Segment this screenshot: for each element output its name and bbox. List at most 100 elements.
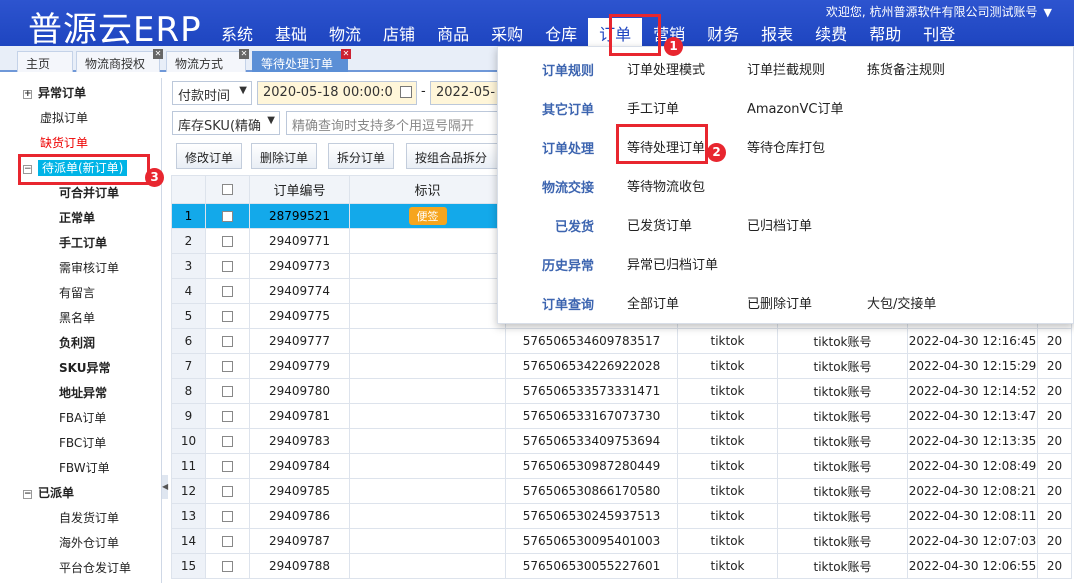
nav-product[interactable]: 商品 [426, 18, 480, 46]
tree-node-manual[interactable]: 手工订单 [59, 234, 107, 251]
tree-node-needs-review[interactable]: 需审核订单 [59, 259, 119, 276]
delete-order-button[interactable]: 删除订单 [251, 143, 318, 169]
menu-item-picking-note-rules[interactable]: 拣货备注规则 [867, 59, 945, 78]
table-row[interactable]: 9 29409781 576506533167073730 tiktok tiktok账… [171, 403, 1072, 429]
date-to-input[interactable]: 2022-05- [430, 81, 500, 105]
split-order-button[interactable]: 拆分订单 [328, 143, 395, 169]
menu-item-deleted-orders[interactable]: 已删除订单 [747, 293, 812, 312]
tree-node-mergeable[interactable]: 可合并订单 [59, 184, 119, 201]
row-checkbox[interactable] [222, 286, 233, 297]
menu-item-order-intercept-rules[interactable]: 订单拦截规则 [747, 59, 825, 78]
select-all-checkbox[interactable] [222, 184, 233, 195]
tree-node-normal[interactable]: 正常单 [59, 209, 95, 226]
nav-help[interactable]: 帮助 [858, 18, 912, 46]
table-row[interactable]: 8 29409780 576506533573331471 tiktok tiktok账… [171, 378, 1072, 404]
row-checkbox[interactable] [222, 211, 233, 222]
menu-item-waiting-warehouse-pack[interactable]: 等待仓库打包 [747, 137, 825, 156]
menu-item-amazonvc-orders[interactable]: AmazonVC订单 [747, 98, 844, 117]
nav-renew[interactable]: 续费 [804, 18, 858, 46]
row-checkbox[interactable] [222, 561, 233, 572]
sku-type-select[interactable]: 库存SKU(精确 ▼ [172, 111, 280, 135]
table-row[interactable]: 7 29409779 576506534226922028 tiktok tiktok账… [171, 353, 1072, 379]
nav-reports[interactable]: 报表 [750, 18, 804, 46]
tab-logistics-auth[interactable]: 物流商授权 ✕ [76, 49, 163, 72]
table-row[interactable]: 10 29409783 576506533409753694 tiktok tiktok… [171, 428, 1072, 454]
row-checkbox-cell[interactable] [205, 328, 250, 354]
tree-node-negative-profit[interactable]: 负利润 [59, 334, 95, 351]
sidebar-collapse-handle[interactable]: ◀ [162, 475, 168, 499]
search-input[interactable]: 精确查询时支持多个用逗号隔开 [286, 111, 500, 135]
row-checkbox-cell[interactable] [205, 428, 250, 454]
row-checkbox[interactable] [222, 261, 233, 272]
table-row[interactable]: 11 29409784 576506530987280449 tiktok tiktok… [171, 453, 1072, 479]
table-row[interactable]: 14 29409787 576506530095401003 tiktok tiktok… [171, 528, 1072, 554]
tree-node-fbw[interactable]: FBW订单 [59, 459, 110, 476]
tab-logistics-method[interactable]: 物流方式 ✕ [166, 49, 249, 72]
select-all-header[interactable] [205, 175, 250, 204]
tree-node-blacklist[interactable]: 黑名单 [59, 309, 95, 326]
nav-finance[interactable]: 财务 [696, 18, 750, 46]
tree-node-abnormal-orders[interactable]: + 异常订单 [23, 84, 86, 101]
collapse-minus-icon[interactable]: − [23, 490, 32, 499]
row-checkbox[interactable] [222, 236, 233, 247]
tree-node-self-ship[interactable]: 自发货订单 [59, 509, 119, 526]
tab-home[interactable]: 主页 [17, 51, 73, 72]
tree-node-fba[interactable]: FBA订单 [59, 409, 106, 426]
row-checkbox[interactable] [222, 411, 233, 422]
nav-warehouse[interactable]: 仓库 [534, 18, 588, 46]
row-checkbox-cell[interactable] [205, 253, 250, 279]
table-row[interactable]: 12 29409785 576506530866170580 tiktok tiktok… [171, 478, 1072, 504]
row-checkbox-cell[interactable] [205, 303, 250, 329]
row-checkbox-cell[interactable] [205, 278, 250, 304]
row-checkbox-cell[interactable] [205, 403, 250, 429]
tab-pending-orders[interactable]: 等待处理订单 ✕ [252, 49, 351, 72]
menu-item-shipped-orders[interactable]: 已发货订单 [627, 215, 692, 234]
row-checkbox-cell[interactable] [205, 553, 250, 579]
row-checkbox-cell[interactable] [205, 228, 250, 254]
menu-item-manual-orders[interactable]: 手工订单 [627, 98, 679, 117]
menu-item-bulk-handover[interactable]: 大包/交接单 [867, 293, 936, 312]
row-checkbox[interactable] [222, 311, 233, 322]
split-by-combo-button[interactable]: 按组合品拆分 [406, 143, 502, 169]
row-checkbox-cell[interactable] [205, 353, 250, 379]
nav-store[interactable]: 店铺 [372, 18, 426, 46]
nav-system[interactable]: 系统 [210, 18, 264, 46]
close-icon[interactable]: ✕ [153, 49, 163, 59]
row-checkbox[interactable] [222, 486, 233, 497]
tree-node-virtual-orders[interactable]: 虚拟订单 [40, 109, 88, 126]
row-checkbox[interactable] [222, 511, 233, 522]
row-checkbox[interactable] [222, 436, 233, 447]
nav-basic[interactable]: 基础 [264, 18, 318, 46]
menu-item-waiting-logistics-pickup[interactable]: 等待物流收包 [627, 176, 705, 195]
menu-item-order-processing-mode[interactable]: 订单处理模式 [627, 59, 705, 78]
note-badge[interactable]: 便签 [408, 207, 447, 225]
menu-item-archived-abnormal[interactable]: 异常已归档订单 [627, 254, 718, 273]
row-checkbox-cell[interactable] [205, 453, 250, 479]
time-type-select[interactable]: 付款时间 ▼ [172, 81, 252, 105]
expand-plus-icon[interactable]: + [23, 90, 32, 99]
menu-item-archived-orders[interactable]: 已归档订单 [747, 215, 812, 234]
row-checkbox-cell[interactable] [205, 203, 250, 229]
row-checkbox[interactable] [222, 361, 233, 372]
tree-node-address-abnormal[interactable]: 地址异常 [59, 384, 107, 401]
calendar-icon[interactable] [400, 86, 412, 98]
row-checkbox-cell[interactable] [205, 478, 250, 504]
table-row[interactable]: 15 29409788 576506530055227601 tiktok tiktok… [171, 553, 1072, 579]
row-checkbox[interactable] [222, 536, 233, 547]
tree-node-sku-abnormal[interactable]: SKU异常 [59, 359, 110, 376]
close-icon[interactable]: ✕ [341, 49, 351, 59]
row-checkbox-cell[interactable] [205, 528, 250, 554]
row-checkbox-cell[interactable] [205, 378, 250, 404]
order-number-header[interactable]: 订单编号 [249, 175, 350, 204]
nav-logistics[interactable]: 物流 [318, 18, 372, 46]
edit-order-button[interactable]: 修改订单 [176, 143, 243, 169]
close-icon[interactable]: ✕ [239, 49, 249, 59]
row-checkbox[interactable] [222, 336, 233, 347]
row-checkbox[interactable] [222, 461, 233, 472]
flag-header[interactable]: 标识 [349, 175, 506, 204]
table-row[interactable]: 13 29409786 576506530245937513 tiktok tiktok… [171, 503, 1072, 529]
tree-node-out-of-stock[interactable]: 缺货订单 [40, 134, 88, 151]
date-from-input[interactable]: 2020-05-18 00:00:0 [257, 81, 417, 105]
tree-node-dispatched[interactable]: − 已派单 [23, 484, 74, 501]
nav-purchase[interactable]: 采购 [480, 18, 534, 46]
